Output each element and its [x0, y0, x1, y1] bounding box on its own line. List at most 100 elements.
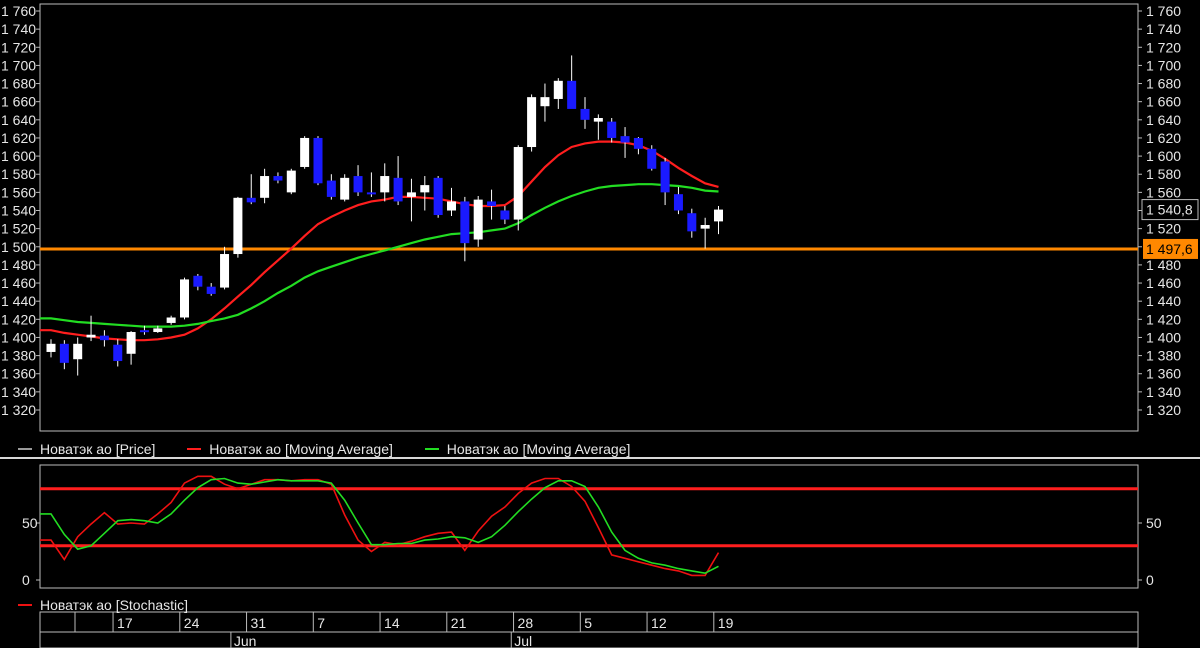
legend-item-ma-red[interactable]: Новатэк ао [Moving Average]: [187, 441, 393, 457]
candle-down: [246, 197, 256, 203]
candle-down: [99, 335, 109, 341]
candle-down: [59, 343, 69, 363]
candle-down: [353, 176, 363, 193]
chart-canvas: 1 760 1 760 1 740 1 740 1 720 1 720 1 700 1 700…: [0, 3, 1200, 648]
candle-down: [620, 136, 630, 143]
candle-up: [153, 328, 163, 333]
y-tick-label-left: 1 340: [1, 384, 36, 400]
day-label: 17: [117, 615, 133, 631]
candle-down: [647, 148, 657, 169]
legend-label-ma-red: Новатэк ао [Moving Average]: [209, 441, 393, 457]
time-axis: 17 24 31 7 14 21 28 5 12 19 Jun Jul: [39, 611, 1139, 648]
y-tick-label-right: 1 320: [1146, 402, 1181, 418]
y-tick-label-right: 1 440: [1146, 293, 1181, 309]
legend-swatch-ma-green: [424, 448, 439, 450]
moving-average-green-line: [40, 183, 719, 328]
candle-down: [607, 121, 617, 138]
stoch-tick-label-right: 50: [1146, 515, 1162, 531]
y-tick-label-left: 1 740: [1, 21, 36, 37]
stochastic-panel: 50 50 0 0: [22, 464, 1162, 589]
candle-down: [487, 201, 497, 206]
y-tick-label-left: 1 700: [1, 57, 36, 73]
y-tick-label-left: 1 660: [1, 94, 36, 110]
legend-swatch-ma-red: [187, 448, 202, 450]
candle-down: [660, 161, 670, 193]
y-tick-label-left: 1 540: [1, 203, 36, 219]
candle-up: [126, 332, 136, 354]
candle-down: [193, 275, 203, 287]
y-tick-label-left: 1 420: [1, 311, 36, 327]
y-tick-label-left: 1 500: [1, 239, 36, 255]
candle-up: [286, 170, 296, 193]
candle-up: [300, 137, 310, 167]
candle-down: [433, 177, 443, 216]
y-tick-label-left: 1 580: [1, 166, 36, 182]
candle-up: [420, 185, 430, 193]
candle-up: [73, 343, 83, 360]
month-label: Jul: [514, 633, 532, 648]
candle-up: [86, 334, 96, 338]
y-tick-label-right: 1 620: [1146, 130, 1181, 146]
y-tick-label-right: 1 700: [1146, 57, 1181, 73]
legend-label-stochastic: Новатэк ао [Stochastic]: [40, 597, 189, 613]
candle-down: [326, 180, 336, 197]
legend-label-ma-green: Новатэк ао [Moving Average]: [446, 441, 631, 457]
day-label: 5: [584, 615, 592, 631]
month-label: Jun: [234, 633, 257, 648]
y-tick-label-right: 1 560: [1146, 184, 1181, 200]
candle-up: [540, 97, 550, 107]
y-tick-label-left: 1 560: [1, 184, 36, 200]
y-tick-label-left: 1 760: [1, 3, 36, 19]
legend-item-stochastic[interactable]: Новатэк ао [Stochastic]: [18, 597, 188, 613]
stochastic-line-red: [40, 475, 720, 577]
legend-swatch-price: [18, 448, 32, 450]
day-label: 21: [451, 615, 467, 631]
y-tick-label-right: 1 460: [1146, 275, 1181, 291]
y-tick-label-left: 1 680: [1, 76, 36, 92]
candle-down: [633, 137, 643, 149]
price-legend: Новатэк ао [Price] Новатэк ао [Moving Av…: [18, 437, 658, 457]
y-tick-label-left: 1 320: [1, 402, 36, 418]
stochastic-line-green: [40, 477, 719, 575]
legend-item-ma-green[interactable]: Новатэк ао [Moving Average]: [424, 441, 631, 457]
stoch-tick-label-left: 0: [22, 572, 30, 588]
y-tick-label-left: 1 600: [1, 148, 36, 164]
y-tick-label-right: 1 380: [1146, 348, 1181, 364]
candle-up: [180, 279, 189, 318]
candle-down: [460, 201, 470, 244]
stoch-tick-label-right: 0: [1146, 572, 1154, 588]
candle-up: [714, 209, 723, 222]
candle-up: [406, 192, 416, 197]
y-tick-label-left: 1 620: [1, 130, 36, 146]
y-tick-label-right: 1 520: [1146, 221, 1181, 237]
day-label: 7: [317, 615, 325, 631]
price-panel: 1 760 1 760 1 740 1 740 1 720 1 720 1 700 1 700…: [0, 3, 1200, 459]
candle-up: [380, 176, 390, 193]
candle-up: [340, 177, 350, 200]
y-tick-label-left: 1 640: [1, 112, 36, 128]
candle-down: [366, 192, 376, 195]
y-tick-label-left: 1 360: [1, 366, 36, 382]
legend-swatch-stochastic: [18, 604, 32, 606]
candle-down: [113, 344, 123, 362]
y-tick-label-left: 1 480: [1, 257, 36, 273]
y-tick-label-left: 1 380: [1, 348, 36, 364]
y-tick-label-right: 1 600: [1146, 148, 1181, 164]
y-tick-label-right: 1 400: [1146, 329, 1181, 345]
y-tick-label-right: 1 720: [1146, 39, 1181, 55]
candle-up: [553, 80, 563, 99]
y-tick-label-right: 1 340: [1146, 384, 1181, 400]
legend-item-price[interactable]: Новатэк ао [Price]: [18, 441, 155, 457]
candle-up: [527, 97, 537, 148]
y-tick-label-left: 1 720: [1, 39, 36, 55]
moving-average-red-line: [40, 140, 719, 342]
y-tick-label-right: 1 480: [1146, 257, 1181, 273]
candle-up: [166, 317, 176, 323]
day-label: 12: [651, 615, 667, 631]
candle-up: [220, 254, 230, 288]
y-tick-label-left: 1 460: [1, 275, 36, 291]
level-value-label: 1 497,6: [1146, 241, 1193, 257]
y-tick-label-right: 1 640: [1146, 112, 1181, 128]
day-label: 14: [384, 615, 400, 631]
y-tick-label-right: 1 580: [1146, 166, 1181, 182]
